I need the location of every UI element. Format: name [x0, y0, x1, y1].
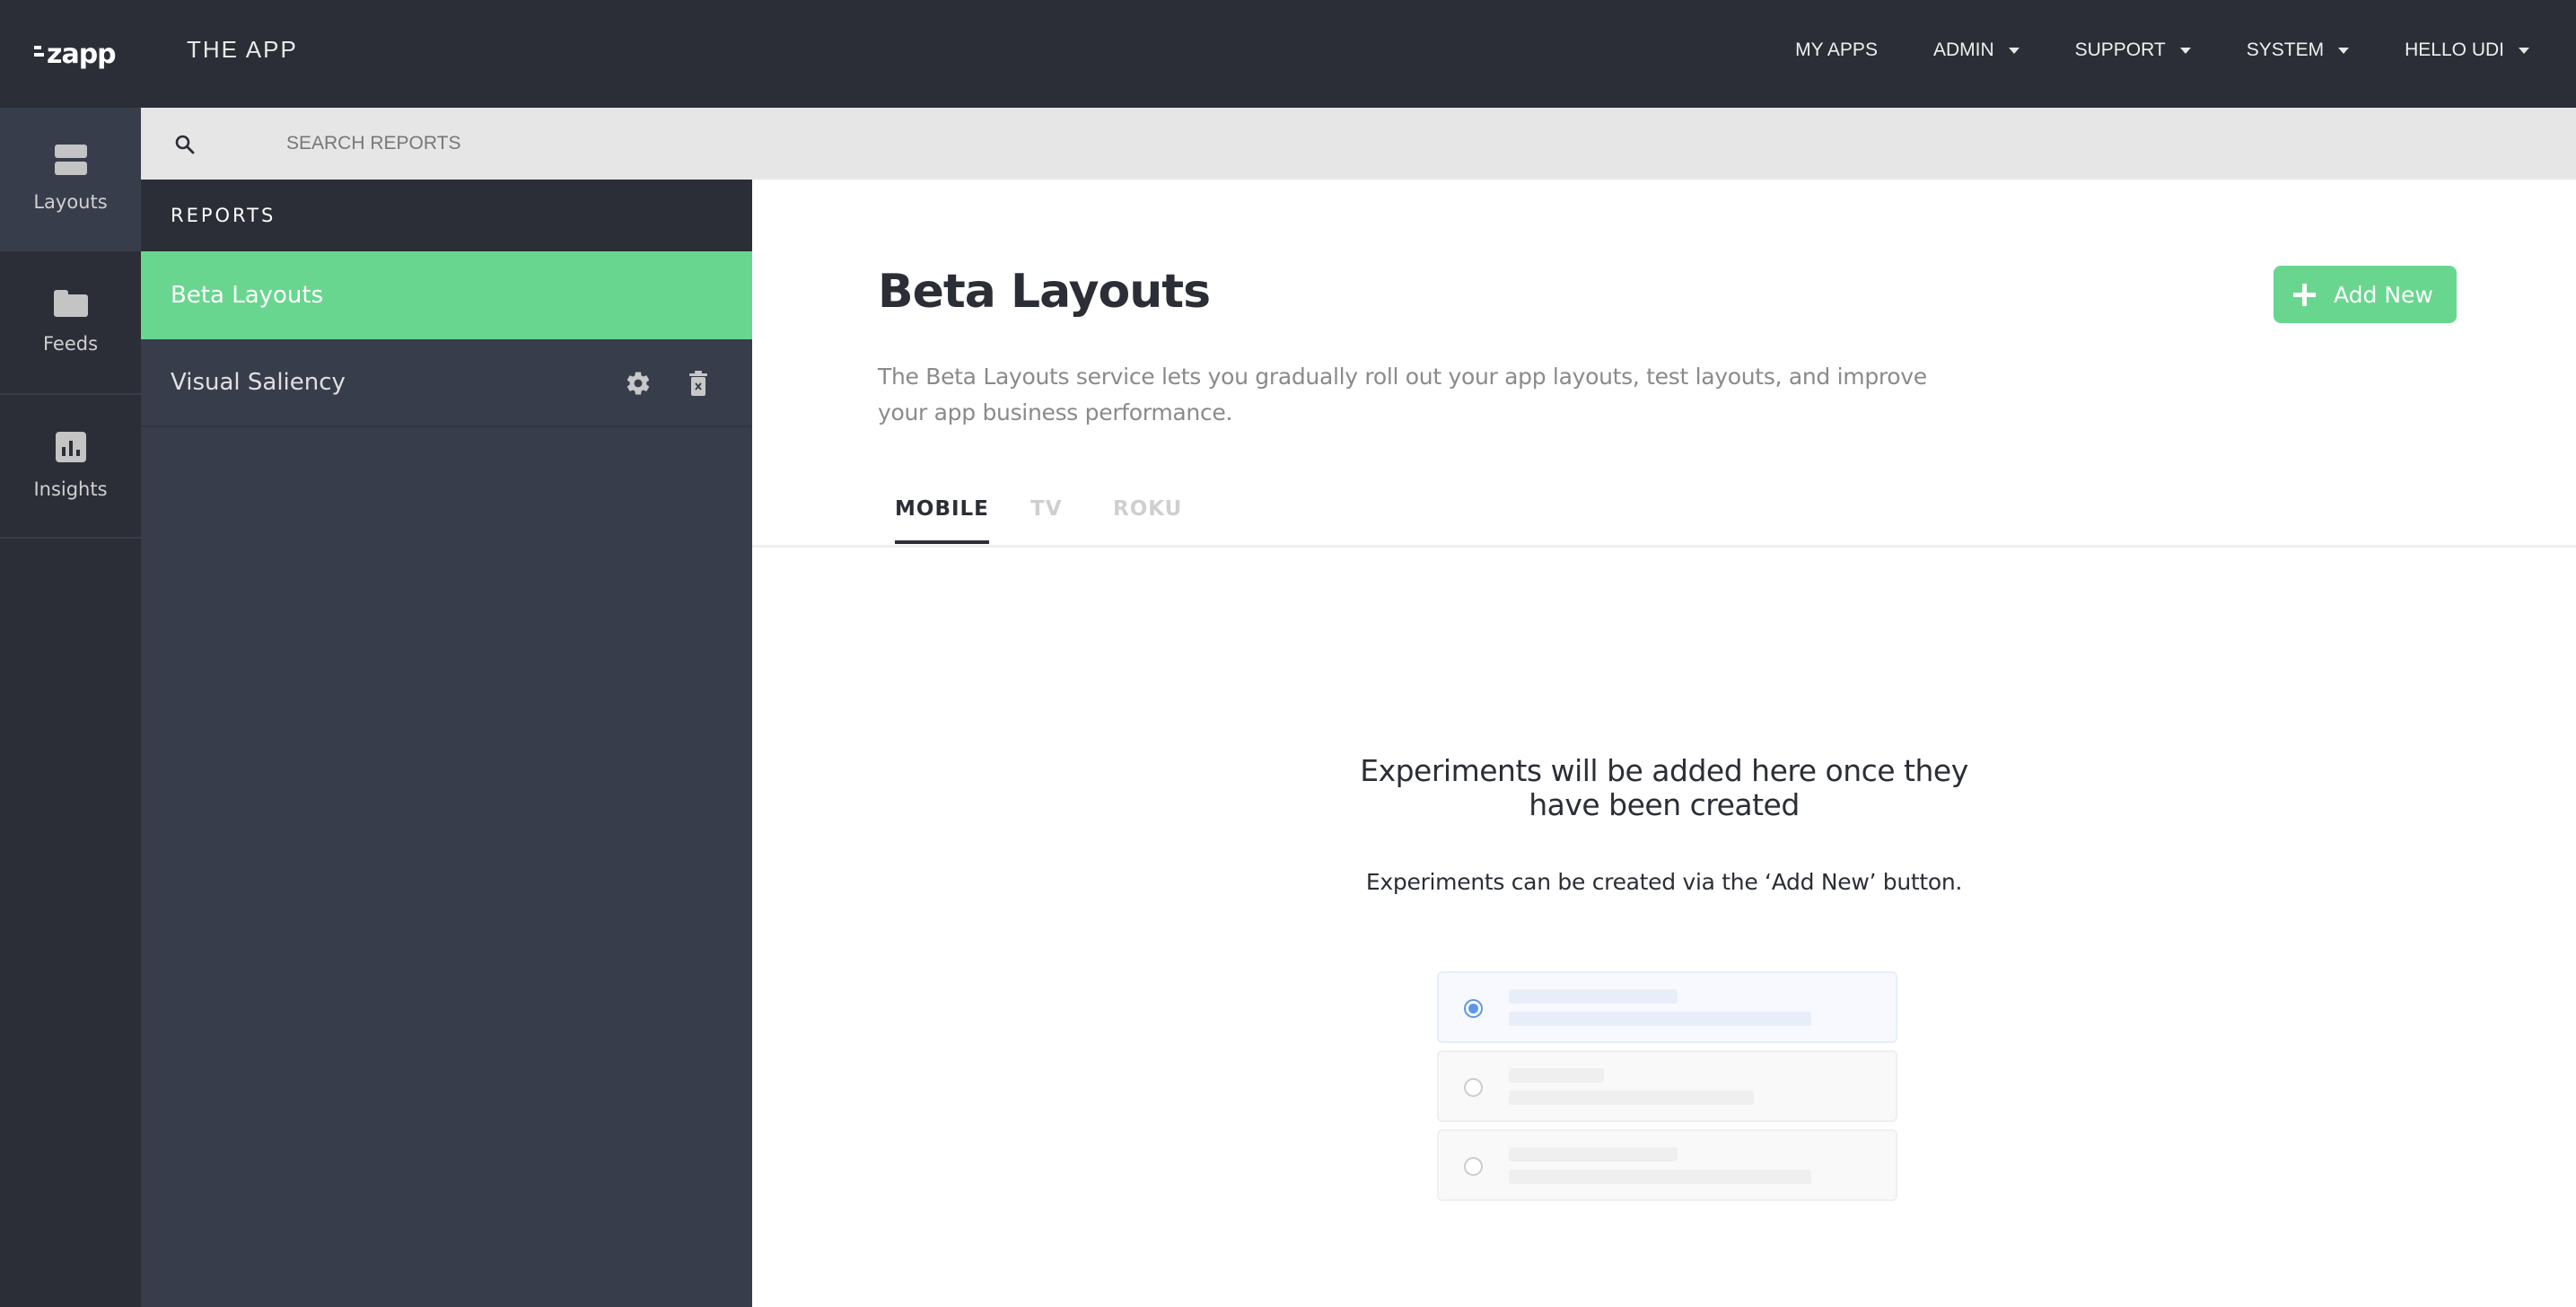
illustration-card-selected	[1437, 971, 1897, 1043]
report-item-actions	[625, 339, 707, 427]
add-new-button[interactable]: Add New	[2274, 266, 2457, 323]
placeholder-line	[1509, 1068, 1604, 1083]
zapp-logo[interactable]: zapp	[34, 38, 117, 70]
sidebar-item-label: Feeds	[42, 333, 99, 355]
empty-state: Experiments will be added here once they…	[752, 753, 2576, 896]
report-item-label: Visual Saliency	[171, 369, 346, 396]
empty-state-subtitle: Experiments can be created via the ‘Add …	[1365, 869, 1963, 895]
logo-wordmark: zapp	[47, 38, 117, 70]
radio-selected-icon	[1464, 999, 1483, 1018]
layouts-icon	[54, 145, 87, 175]
nav-label: MY APPS	[1795, 39, 1878, 60]
nav-my-apps[interactable]: MY APPS	[1795, 39, 1878, 61]
search-bar	[141, 108, 2576, 180]
top-nav: MY APPS ADMIN SUPPORT SYSTEM HELLO UDI	[1795, 34, 2529, 66]
nav-label: ADMIN	[1932, 39, 1994, 60]
sidebar-item-insights[interactable]: Insights	[0, 395, 141, 539]
radio-empty-icon	[1464, 1078, 1483, 1097]
placeholder-line	[1509, 989, 1678, 1004]
empty-state-title: Experiments will be added here once they…	[1360, 753, 1968, 822]
caret-down-icon	[2179, 47, 2191, 54]
placeholder-line	[1509, 1170, 1811, 1184]
radio-empty-icon	[1464, 1157, 1483, 1176]
nav-label: SYSTEM	[2246, 39, 2325, 60]
gear-icon[interactable]	[625, 370, 652, 397]
nav-admin-dropdown[interactable]: ADMIN	[1933, 39, 2020, 61]
tab-tv[interactable]: TV	[1030, 497, 1063, 540]
tab-roku[interactable]: ROKU	[1113, 497, 1182, 540]
reports-panel: REPORTS Beta Layouts Visual Saliency	[141, 180, 752, 1307]
folder-icon	[53, 290, 88, 317]
caret-down-icon	[2008, 47, 2020, 54]
trash-icon[interactable]	[689, 371, 707, 396]
search-reports-input[interactable]	[286, 126, 1094, 162]
caret-down-icon	[2519, 47, 2529, 54]
report-item-beta-layouts[interactable]: Beta Layouts	[141, 251, 752, 339]
sidebar-item-feeds[interactable]: Feeds	[0, 251, 141, 395]
nav-label: SUPPORT	[2074, 39, 2166, 60]
search-icon[interactable]	[175, 135, 195, 154]
nav-label: HELLO UDI	[2405, 39, 2504, 60]
illustration-card	[1437, 1129, 1897, 1201]
nav-support-dropdown[interactable]: SUPPORT	[2075, 39, 2191, 61]
caret-down-icon	[2338, 47, 2350, 54]
placeholder-line	[1509, 1147, 1678, 1162]
sidebar-item-label: Insights	[33, 478, 108, 500]
sidebar-item-layouts[interactable]: Layouts	[0, 108, 141, 251]
placeholder-line	[1509, 1091, 1754, 1105]
nav-system-dropdown[interactable]: SYSTEM	[2246, 39, 2350, 61]
plus-icon	[2293, 283, 2316, 306]
main-content: Beta Layouts The Beta Layouts service le…	[752, 180, 2576, 1307]
report-item-label: Beta Layouts	[171, 282, 324, 309]
page-title: Beta Layouts	[878, 265, 1211, 319]
platform-tabs: MOBILE TV ROKU	[752, 485, 2576, 548]
illustration-card	[1437, 1050, 1897, 1122]
nav-user-dropdown[interactable]: HELLO UDI	[2405, 39, 2529, 61]
bar-chart-icon	[55, 432, 86, 462]
tab-mobile[interactable]: MOBILE	[895, 497, 989, 544]
report-item-visual-saliency[interactable]: Visual Saliency	[141, 339, 752, 427]
empty-state-illustration	[1437, 971, 1897, 1208]
reports-header: REPORTS	[141, 180, 752, 251]
sidebar-item-label: Layouts	[33, 191, 108, 213]
app-title[interactable]: THE APP	[187, 36, 298, 64]
top-header: zapp THE APP MY APPS ADMIN SUPPORT SYSTE…	[0, 0, 2576, 108]
page-description: The Beta Layouts service lets you gradua…	[878, 364, 1927, 425]
placeholder-line	[1509, 1012, 1811, 1026]
logo-mark-icon	[34, 46, 44, 57]
icon-sidebar: Layouts Feeds Insights	[0, 108, 141, 1307]
add-new-label: Add New	[2334, 281, 2433, 308]
